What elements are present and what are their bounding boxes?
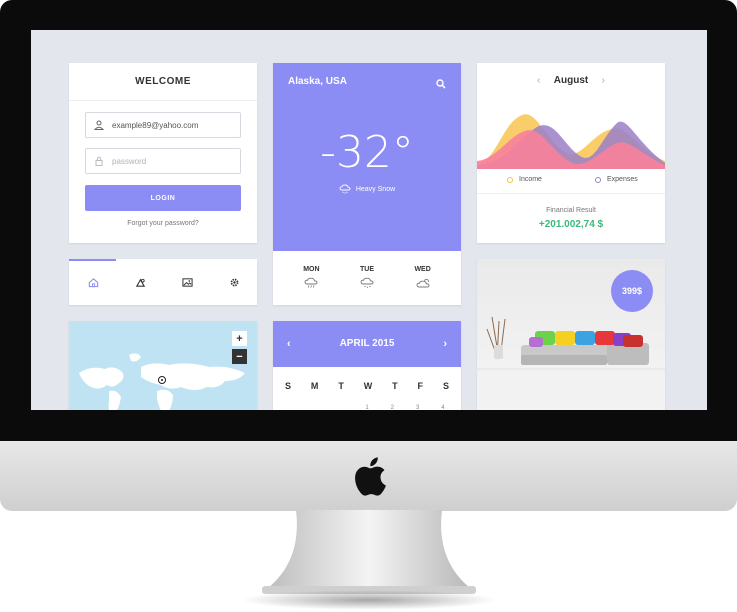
financial-result-label: Financial Result [546, 207, 596, 214]
finance-area-chart [477, 114, 665, 169]
gear-icon[interactable] [225, 273, 243, 291]
user-icon [94, 120, 104, 130]
weekday-label: M [310, 381, 319, 391]
snow-cloud-icon [360, 277, 374, 288]
legend-dot [595, 176, 601, 183]
forgot-password-link[interactable]: Forgot your password? [69, 220, 257, 227]
price-badge: 399$ [611, 270, 653, 312]
password-placeholder: password [112, 156, 147, 166]
calendar-date[interactable] [285, 405, 297, 410]
calendar-date[interactable]: 1 [361, 405, 373, 410]
login-title: WELCOME [69, 63, 257, 101]
weekday-label: T [392, 381, 398, 391]
snow-cloud-icon [339, 184, 351, 194]
search-icon[interactable] [436, 76, 446, 89]
chevron-right-icon[interactable]: › [443, 321, 447, 367]
nav-card [69, 259, 257, 305]
weather-condition: Heavy Snow [273, 184, 461, 194]
financial-result-value: +201.002,74 $ [538, 219, 604, 230]
weather-condition-label: Heavy Snow [355, 185, 396, 193]
weather-header: Alaska, USA -32° Heavy Snow [273, 63, 461, 251]
calendar-weekdays: S M T W T F S [281, 381, 453, 391]
login-button[interactable]: LOGIN [85, 185, 241, 211]
weekday-label: S [442, 381, 449, 391]
forecast-day: WED [414, 251, 431, 305]
lock-icon [94, 156, 104, 166]
home-icon[interactable] [84, 273, 102, 291]
weekday-label: T [338, 381, 344, 391]
zoom-in-button[interactable]: + [232, 331, 247, 346]
forecast-day-label: MON [303, 266, 320, 273]
calendar-header: ‹ APRIL 2015 › [273, 321, 461, 367]
imac-frame: WELCOME example89@yahoo.com password LOG… [0, 0, 737, 612]
calendar-dates: 1 2 3 4 [281, 405, 453, 410]
weather-card: Alaska, USA -32° Heavy Snow MON TUE WED [273, 63, 461, 305]
calendar-date[interactable] [310, 405, 322, 410]
password-field[interactable]: password [85, 148, 241, 174]
forecast-day: TUE [360, 251, 374, 305]
snow-cloud-icon [304, 277, 318, 288]
stand-shadow [240, 590, 498, 610]
product-card[interactable]: 399$ [477, 259, 665, 410]
login-card: WELCOME example89@yahoo.com password LOG… [69, 63, 257, 243]
divider [477, 193, 665, 194]
finance-card: ‹ August › Income Expenses Financial Res… [477, 63, 665, 243]
image-icon[interactable] [178, 273, 196, 291]
dashboard-screen: WELCOME example89@yahoo.com password LOG… [31, 30, 707, 410]
email-value: example89@yahoo.com [112, 120, 199, 130]
calendar-title: APRIL 2015 [339, 338, 395, 349]
calendar-date[interactable]: 4 [437, 405, 449, 410]
weather-temperature: -32° [320, 127, 414, 178]
weekday-label: S [285, 381, 292, 391]
map-card[interactable]: + − [69, 321, 257, 410]
weather-forecast: MON TUE WED [273, 251, 461, 305]
forecast-day-label: TUE [360, 266, 374, 273]
legend-income: Income [507, 176, 542, 183]
zoom-out-button[interactable]: − [232, 349, 247, 364]
legend-label: Expenses [607, 176, 638, 183]
forecast-day: MON [303, 251, 320, 305]
world-map [79, 353, 245, 410]
nav-active-indicator [69, 259, 116, 261]
legend-expenses: Expenses [595, 176, 638, 183]
weekday-label: F [417, 381, 424, 391]
chevron-right-icon[interactable]: › [602, 75, 605, 86]
email-field[interactable]: example89@yahoo.com [85, 112, 241, 138]
map-location-pin[interactable] [158, 376, 166, 384]
apple-logo-icon [355, 457, 386, 496]
cloud-icon [416, 278, 430, 288]
calendar-date[interactable]: 3 [412, 405, 424, 410]
weather-location: Alaska, USA [288, 76, 347, 87]
legend-label: Income [519, 176, 542, 183]
weekday-label: W [363, 381, 373, 391]
calendar-date[interactable] [336, 405, 348, 410]
monitor-stand [262, 510, 476, 594]
forecast-day-label: WED [414, 266, 431, 273]
palette-icon[interactable] [131, 273, 149, 291]
calendar-date[interactable]: 2 [386, 405, 398, 410]
legend-dot [507, 176, 513, 183]
finance-month: August [553, 75, 589, 86]
calendar-card: ‹ APRIL 2015 › S M T W T F S 1 2 3 4 [273, 321, 461, 410]
